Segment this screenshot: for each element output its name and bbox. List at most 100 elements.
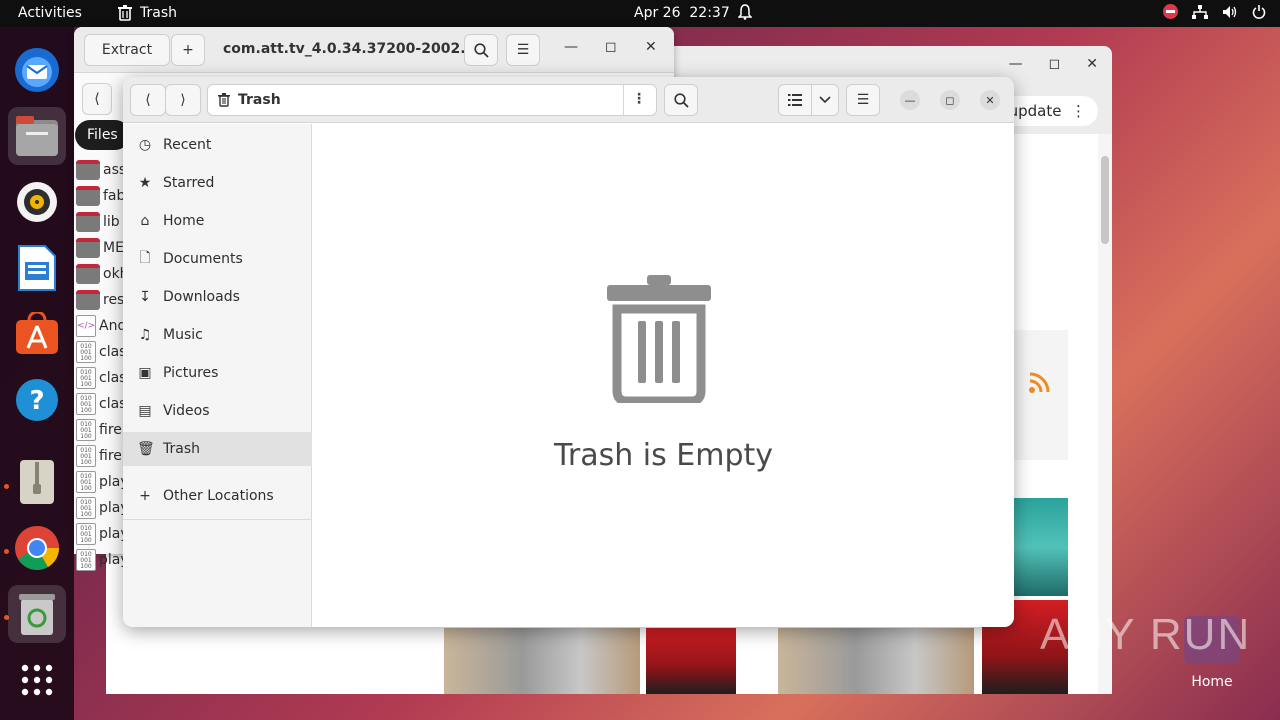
home-icon: ⌂ [140,213,150,229]
list-item[interactable]: ME [74,235,126,261]
add-button[interactable]: + [171,34,205,66]
list-item[interactable]: 010 001 100 fire [74,417,126,443]
binary-file-icon: 010 001 100 [76,419,96,441]
sidebar-item-label: Recent [163,137,212,153]
main-menu-button[interactable]: ☰ [846,84,880,116]
chrome-launcher[interactable] [8,519,66,577]
list-item[interactable]: </> And [74,313,126,339]
browser-scroll-thumb[interactable] [1101,156,1109,244]
list-item[interactable]: ass [74,157,126,183]
list-item-label: fire [99,422,122,438]
search-button[interactable] [664,84,698,116]
app-grid-button[interactable] [8,651,66,709]
sidebar-item-starred[interactable]: ★ Starred [123,166,312,200]
list-item[interactable]: okh [74,261,126,287]
list-item[interactable]: 010 001 100 clas [74,391,126,417]
sidebar-item-documents[interactable]: 🗋 Documents [123,242,312,276]
back-button[interactable]: ⟨ [130,84,166,116]
xml-file-icon: </> [76,315,96,337]
sidebar-item-recent[interactable]: ◷ Recent [123,128,312,162]
archive-search-button[interactable] [464,34,498,66]
files-window[interactable]: ⟨ ⟩ Trash ⋮ ☰ — ◻ ✕ ◷ Recent ★ Starred ⌂… [123,77,1014,627]
trash-icon [118,5,132,21]
list-item-label: fire [99,448,122,464]
sidebar-item-pictures[interactable]: ▣ Pictures [123,356,312,390]
time-label: 22:37 [689,5,730,21]
files-launcher[interactable] [8,107,66,165]
sidebar-item-other-locations[interactable]: + Other Locations [123,479,312,513]
writer-launcher[interactable] [8,239,66,297]
folder-icon [76,212,100,232]
list-item-label: res [103,292,125,308]
dock-tooltip: Files [75,120,130,150]
help-launcher[interactable]: ? [8,371,66,429]
chevron-left-icon: ⟨ [94,91,100,107]
archive-file-list: ass fab lib ME okh res </> And 010 001 100 clas 010 0… [74,157,126,573]
thunderbird-launcher[interactable] [8,41,66,99]
product-image[interactable] [778,628,974,694]
list-item[interactable]: 010 001 100 play [74,469,126,495]
list-item[interactable]: 010 001 100 clas [74,339,126,365]
list-item-label: clas [99,396,126,412]
thunderbird-icon [15,48,59,92]
date-label: Apr 26 [634,5,681,21]
sidebar-item-trash[interactable]: 🗑 Trash [123,432,312,466]
software-launcher[interactable] [8,305,66,363]
file-view[interactable]: Trash is Empty [313,124,1014,627]
software-icon [16,312,58,354]
power-icon [1252,4,1266,19]
folder-icon [76,160,100,180]
bell-icon[interactable] [737,4,753,24]
maximize-button[interactable]: ◻ [940,90,960,110]
extract-button[interactable]: Extract [84,34,170,66]
maximize-icon[interactable]: ◻ [605,39,617,55]
forward-button[interactable]: ⟩ [165,84,201,116]
list-item-label: clas [99,370,126,386]
list-item[interactable]: fab [74,183,126,209]
archive-back-button[interactable]: ⟨ [82,83,112,115]
path-menu-icon[interactable]: ⋮ [632,91,646,107]
list-item[interactable]: 010 001 100 play [74,547,126,573]
videos-icon: ▤ [138,403,152,419]
path-bar[interactable]: Trash ⋮ [207,84,657,116]
trash-launcher[interactable] [8,585,66,643]
maximize-icon[interactable]: ◻ [1049,56,1061,72]
sidebar-item-videos[interactable]: ▤ Videos [123,394,312,428]
product-image[interactable] [1014,498,1068,596]
list-item[interactable]: 010 001 100 play [74,495,126,521]
archive-manager-launcher[interactable] [8,453,66,511]
recording-stop-icon[interactable] [1163,4,1178,19]
system-tray[interactable] [1163,4,1266,19]
minimize-icon[interactable]: — [1009,56,1023,72]
list-item[interactable]: 010 001 100 fire [74,443,126,469]
rhythmbox-launcher[interactable] [8,173,66,231]
close-icon[interactable]: ✕ [645,39,657,55]
list-item[interactable]: 010 001 100 play [74,521,126,547]
sidebar-item-downloads[interactable]: ↧ Downloads [123,280,312,314]
list-item[interactable]: res [74,287,126,313]
minimize-icon[interactable]: — [564,39,578,55]
list-item[interactable]: lib [74,209,126,235]
sidebar-item-home[interactable]: ⌂ Home [123,204,312,238]
list-item[interactable]: 010 001 100 clas [74,365,126,391]
app-grid-icon [21,664,53,696]
activities-button[interactable]: Activities [18,5,82,21]
sidebar-item-music[interactable]: ♫ Music [123,318,312,352]
close-icon[interactable]: ✕ [1086,56,1098,72]
product-image[interactable] [646,628,736,694]
chevron-down-icon [819,96,831,104]
view-options-button[interactable] [811,84,839,116]
app-menu[interactable]: Trash [118,5,177,21]
chrome-icon [15,526,59,570]
product-image[interactable] [444,628,640,694]
rss-icon[interactable] [1028,372,1050,394]
top-bar: Activities Trash Apr 26 22:37 [0,0,1280,27]
archive-menu-button[interactable]: ☰ [506,34,540,66]
volume-icon [1223,5,1237,18]
binary-file-icon: 010 001 100 [76,549,96,571]
clock[interactable]: Apr 26 22:37 [634,5,730,21]
close-button[interactable]: ✕ [980,90,1000,110]
minimize-button[interactable]: — [900,90,920,110]
hamburger-icon: ☰ [856,92,870,108]
view-list-button[interactable] [778,84,812,116]
